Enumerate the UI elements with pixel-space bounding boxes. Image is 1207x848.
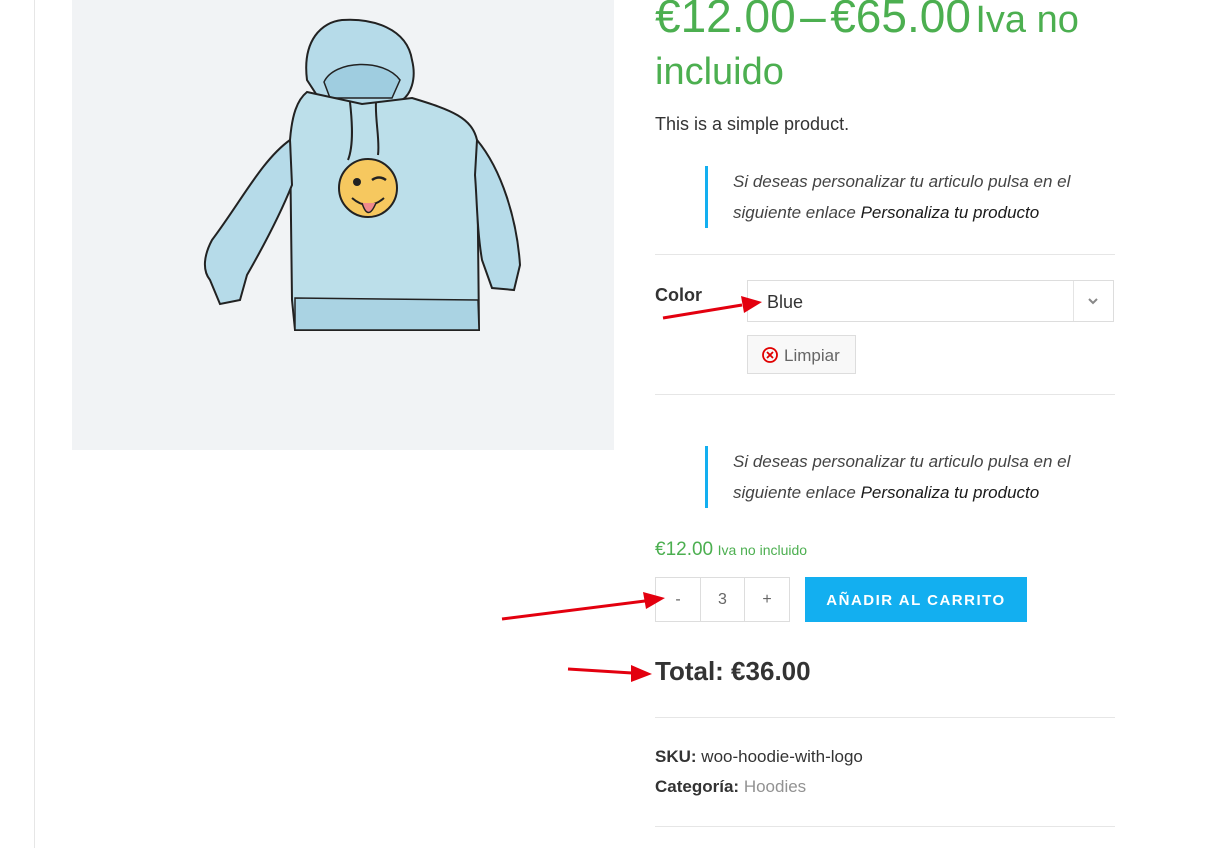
customize-note: Si deseas personalizar tu articulo pulsa… [705,446,1093,508]
product-image[interactable] [72,0,614,450]
quantity-increase-button[interactable]: + [745,578,789,621]
divider [655,826,1115,827]
variation-label-color: Color [655,285,702,305]
customize-note: Si deseas personalizar tu articulo pulsa… [705,166,1093,228]
customize-product-link[interactable]: Personaliza tu producto [861,483,1040,502]
category-label: Categoría: [655,777,740,796]
color-select-value: Blue [767,292,804,312]
total-price: Total: €36.00 [655,656,811,686]
arrow-icon [567,665,652,682]
price-min: €12.00 [655,0,796,42]
product-short-description: This is a simple product. [655,114,850,134]
category-row: Categoría: Hoodies [655,777,806,797]
chevron-down-icon [1088,298,1098,305]
price-separator: – [800,0,826,42]
select-separator [1073,281,1074,321]
color-select[interactable]: Blue [747,280,1114,322]
quantity-stepper[interactable]: - 3 + [655,577,790,622]
price-range: €12.00 – €65.00 Iva no incluido [655,0,1175,102]
close-circle-icon [762,347,778,363]
divider [655,394,1115,395]
clear-variation-label: Limpiar [784,346,840,365]
add-to-cart-button[interactable]: AÑADIR AL CARRITO [805,577,1027,622]
variant-price: €12.00 Iva no incluido [655,539,807,561]
variant-price-suffix: Iva no incluido [717,542,808,558]
divider [655,717,1115,718]
page-border [34,0,35,848]
clear-variation-button[interactable]: Limpiar [747,335,856,374]
quantity-input[interactable]: 3 [701,578,745,621]
hoodie-illustration [204,18,522,331]
divider [655,254,1115,255]
quantity-decrease-button[interactable]: - [656,578,701,621]
variant-price-amount: €12.00 [655,539,714,560]
sku-value: woo-hoodie-with-logo [701,747,863,766]
arrow-icon [501,592,665,621]
sku-label: SKU: [655,747,697,766]
customize-product-link[interactable]: Personaliza tu producto [861,203,1040,222]
category-link[interactable]: Hoodies [744,777,806,796]
sku-row: SKU: woo-hoodie-with-logo [655,747,863,767]
price-max: €65.00 [830,0,971,42]
